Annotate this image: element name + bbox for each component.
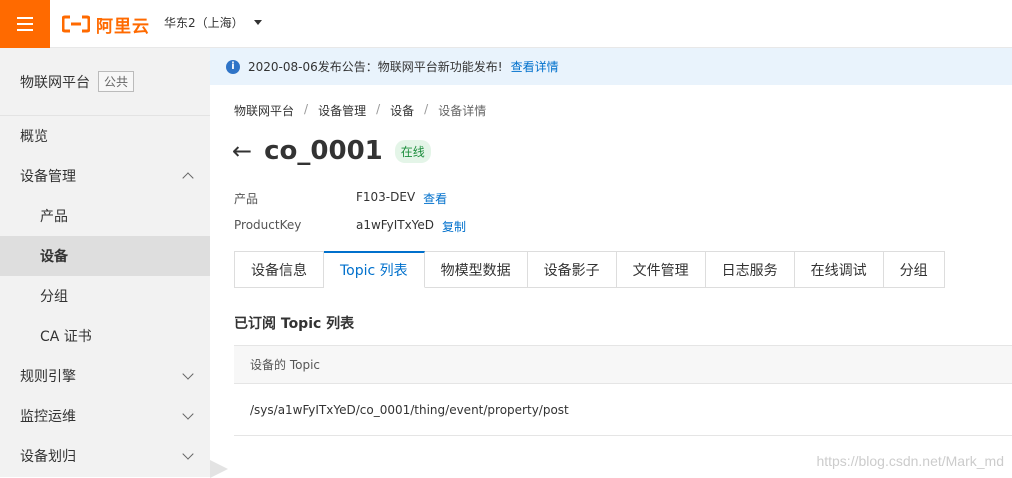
breadcrumb: 物联网平台 / 设备管理 / 设备 / 设备详情 [234, 102, 486, 119]
breadcrumb-item[interactable]: 物联网平台 [234, 102, 294, 119]
tab-device-info[interactable]: 设备信息 [234, 251, 324, 288]
productkey-label: ProductKey [234, 218, 356, 235]
table-row: /sys/a1wFyITxYeD/co_0001/thing/event/pro… [234, 384, 1012, 436]
productkey-row: ProductKey a1wFyITxYeD 复制 [234, 218, 466, 235]
aliyun-logo-icon [62, 15, 90, 33]
tab-file-management[interactable]: 文件管理 [617, 251, 706, 288]
region-selector[interactable]: 华东2（上海） [164, 14, 262, 31]
sidebar-title: 物联网平台 [20, 72, 90, 92]
product-value: F103-DEV [356, 190, 415, 207]
sidebar-item-label: 规则引擎 [20, 366, 76, 386]
section-title: 已订阅 Topic 列表 [234, 313, 354, 333]
sidebar-item-label: 设备管理 [20, 166, 76, 186]
announcement-banner: i 2020-08-06发布公告：物联网平台新功能发布! 查看详情 [210, 48, 1012, 85]
sidebar-item-label: 监控运维 [20, 406, 76, 426]
chevron-down-icon [182, 368, 193, 379]
sidebar-item-label: CA 证书 [40, 326, 92, 346]
breadcrumb-item[interactable]: 设备管理 [318, 102, 366, 119]
tab-online-debug[interactable]: 在线调试 [795, 251, 884, 288]
announcement-text: 2020-08-06发布公告：物联网平台新功能发布! [248, 58, 503, 75]
tab-device-shadow[interactable]: 设备影子 [528, 251, 617, 288]
main-content: i 2020-08-06发布公告：物联网平台新功能发布! 查看详情 物联网平台 … [210, 48, 1012, 477]
sidebar-item-overview[interactable]: 概览 [0, 116, 210, 156]
hamburger-menu-icon[interactable] [0, 0, 50, 48]
breadcrumb-current: 设备详情 [438, 102, 486, 119]
page-title-row: ← co_0001 在线 [232, 136, 431, 166]
topic-table: 设备的 Topic /sys/a1wFyITxYeD/co_0001/thing… [234, 345, 1012, 436]
topic-cell: /sys/a1wFyITxYeD/co_0001/thing/event/pro… [250, 403, 569, 417]
top-bar: 阿里云 华东2（上海） [0, 0, 1012, 48]
table-header: 设备的 Topic [234, 346, 1012, 384]
sidebar-item-monitoring[interactable]: 监控运维 [0, 396, 210, 436]
region-label: 华东2（上海） [164, 14, 244, 31]
tab-log-service[interactable]: 日志服务 [706, 251, 795, 288]
page-title: co_0001 [264, 136, 383, 166]
sidebar-item-rule-engine[interactable]: 规则引擎 [0, 356, 210, 396]
announcement-link[interactable]: 查看详情 [511, 58, 559, 75]
status-badge: 在线 [395, 140, 431, 163]
aliyun-logo[interactable]: 阿里云 [62, 12, 150, 36]
sidebar-item-groups[interactable]: 分组 [0, 276, 210, 316]
sidebar-item-device-transfer[interactable]: 设备划归 [0, 436, 210, 476]
sidebar-item-ca-cert[interactable]: CA 证书 [0, 316, 210, 356]
breadcrumb-separator: / [304, 102, 308, 119]
breadcrumb-item[interactable]: 设备 [390, 102, 414, 119]
sidebar-item-devices[interactable]: 设备 [0, 236, 210, 276]
tab-topic-list[interactable]: Topic 列表 [324, 251, 425, 288]
product-label: 产品 [234, 190, 356, 207]
view-product-link[interactable]: 查看 [423, 190, 447, 207]
logo-text: 阿里云 [96, 12, 150, 37]
product-row: 产品 F103-DEV 查看 [234, 190, 447, 207]
tab-tsl-data[interactable]: 物模型数据 [425, 251, 528, 288]
breadcrumb-separator: / [376, 102, 380, 119]
sidebar-item-label: 设备 [40, 246, 68, 266]
tab-groups[interactable]: 分组 [884, 251, 945, 288]
sidebar-item-label: 概览 [20, 126, 48, 146]
column-header-topic: 设备的 Topic [250, 356, 320, 373]
chevron-down-icon [182, 408, 193, 419]
copy-productkey-link[interactable]: 复制 [442, 218, 466, 235]
back-arrow-icon[interactable]: ← [232, 139, 252, 163]
sidebar-header: 物联网平台 公共 [0, 48, 210, 116]
watermark: https://blog.csdn.net/Mark_md [816, 453, 1004, 469]
sidebar-item-label: 产品 [40, 206, 68, 226]
productkey-value: a1wFyITxYeD [356, 218, 434, 235]
sidebar: 物联网平台 公共 概览 设备管理 产品 设备 分组 CA 证书 规则引擎 监控运… [0, 48, 210, 477]
public-tag: 公共 [98, 71, 134, 92]
sidebar-item-label: 设备划归 [20, 446, 76, 466]
device-tabs: 设备信息 Topic 列表 物模型数据 设备影子 文件管理 日志服务 在线调试 … [234, 251, 945, 288]
info-icon: i [226, 60, 240, 74]
caret-down-icon [254, 20, 262, 25]
chevron-up-icon [182, 172, 193, 183]
sidebar-item-label: 分组 [40, 286, 68, 306]
breadcrumb-separator: / [424, 102, 428, 119]
chevron-down-icon [182, 448, 193, 459]
sidebar-item-products[interactable]: 产品 [0, 196, 210, 236]
sidebar-item-device-management[interactable]: 设备管理 [0, 156, 210, 196]
